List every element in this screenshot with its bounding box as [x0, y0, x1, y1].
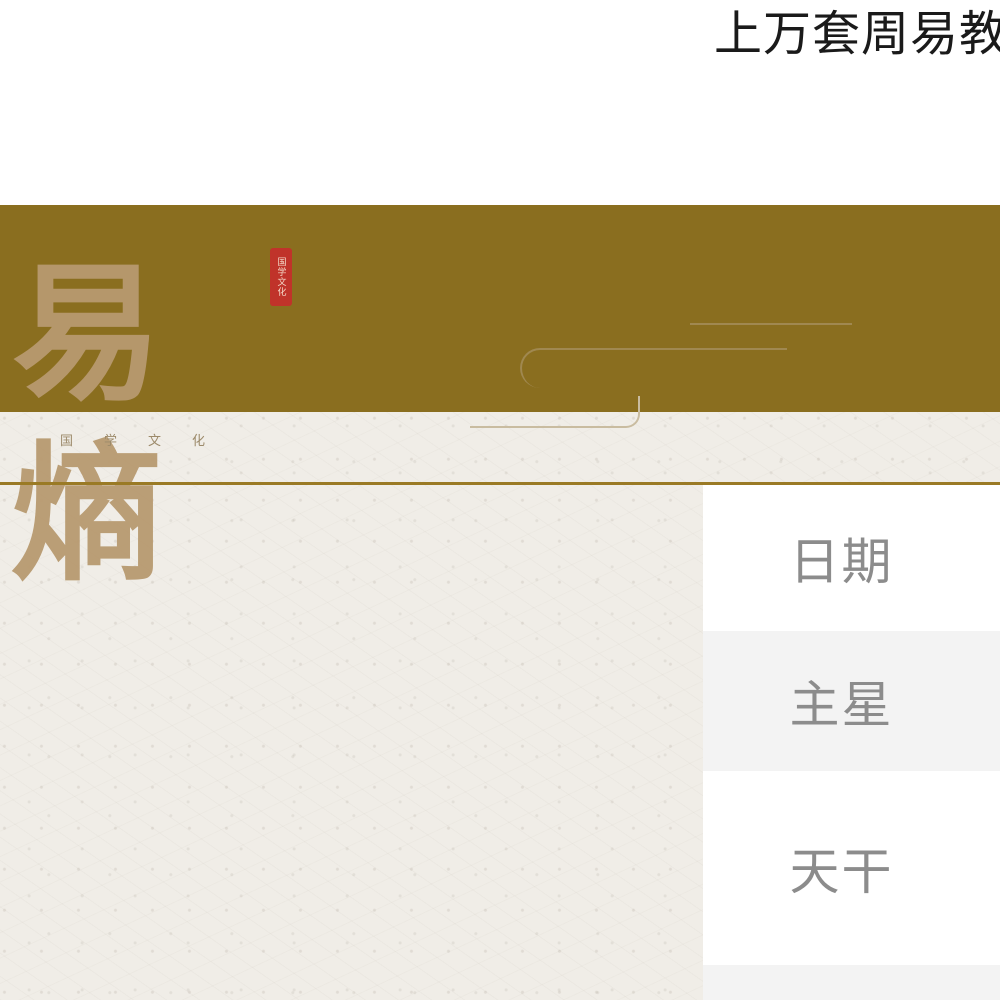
logo: 易熵: [12, 246, 162, 602]
decorative-cloud-curve-lower: [470, 396, 640, 428]
sidebar-item-label: 天干: [789, 843, 894, 901]
decorative-cloud-line: [690, 323, 852, 325]
seal-stamp: 国学文化: [270, 248, 292, 306]
sidebar-item-next[interactable]: [703, 965, 1000, 1000]
sidebar-item-date[interactable]: 日期: [703, 485, 1000, 631]
logo-subtitle: 国学文化: [60, 434, 237, 449]
seal-text: 国学文化: [275, 257, 286, 297]
sidebar-item-main-star[interactable]: 主星: [703, 631, 1000, 771]
sidebar-item-label: 日期: [789, 533, 894, 591]
sidebar-menu: 日期 主星 天干: [703, 485, 1000, 1000]
decorative-cloud-curve: [520, 348, 787, 388]
page-title: 上万套周易教: [713, 6, 1000, 62]
sidebar-item-heavenly-stem[interactable]: 天干: [703, 771, 1000, 965]
sidebar-item-label: 主星: [789, 676, 894, 734]
